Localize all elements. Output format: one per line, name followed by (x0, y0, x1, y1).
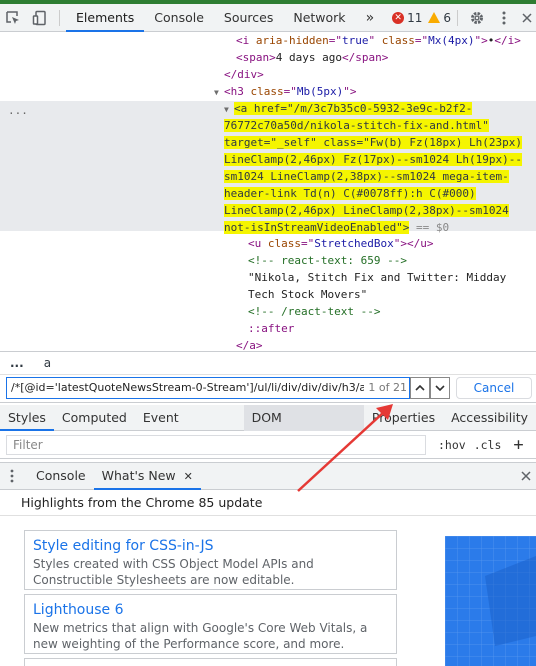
promo-graphic (445, 536, 536, 666)
kebab-menu-icon[interactable] (491, 4, 518, 32)
dom-text-node[interactable]: "Nikola, Stitch Fix and Twitter: Midday (248, 270, 506, 287)
more-tabs-button[interactable]: » (356, 4, 385, 32)
chevron-up-icon (415, 385, 425, 391)
toolbar-divider (457, 9, 459, 26)
warning-icon (428, 12, 441, 23)
highlighted-code: <a href="/m/3c7b35c0-5932-3e9c-b2f2- (234, 102, 473, 115)
styles-filter-bar: Filter :hov .cls + (0, 431, 536, 459)
match-count: 1 of 21 (364, 378, 407, 398)
dom-line[interactable]: </div> (224, 67, 264, 84)
highlighted-code: LineClamp(2,46px) LineClamp(2,38px)--sm1… (224, 204, 509, 217)
class-toggle[interactable]: .cls (474, 438, 502, 452)
highlighted-code: header-link Td(n) C(#0078ff):h C(#000) (224, 187, 476, 200)
selected-anchor-line[interactable]: LineClamp(2,46px) Fz(17px)--sm1024 Lh(19… (224, 152, 523, 169)
tab-network[interactable]: Network (283, 4, 355, 32)
tab-elements[interactable]: Elements (66, 4, 145, 32)
breadcrumb-ellipsis[interactable]: ... (0, 356, 34, 370)
dom-tree: ... <i aria-hidden="true" class="Mx(4px)… (0, 33, 536, 351)
feature-card[interactable] (24, 658, 397, 666)
tab-accessibility[interactable]: Accessibility (443, 405, 536, 431)
dom-line[interactable]: </a> (236, 338, 263, 351)
feature-card[interactable]: Style editing for CSS-in-JS Styles creat… (24, 530, 397, 590)
chevron-down-icon (435, 385, 445, 391)
dom-line[interactable]: <span>4 days ago</span> (236, 50, 388, 67)
close-tab-icon[interactable]: ✕ (184, 470, 193, 483)
tab-styles[interactable]: Styles (0, 405, 54, 431)
selected-anchor-line-1[interactable]: ▼ <a href="/m/3c7b35c0-5932-3e9c-b2f2- (224, 101, 473, 119)
next-match-button[interactable] (430, 377, 450, 399)
tab-sources[interactable]: Sources (214, 4, 283, 32)
breadcrumb: ... a (0, 351, 536, 375)
search-bar: /*[@id='latestQuoteNewsStream-0-Stream']… (0, 375, 536, 403)
collapse-triangle-icon[interactable]: ▼ (214, 85, 224, 102)
selected-anchor-line[interactable]: target="_self" class="Fw(b) Fz(18px) Lh(… (224, 135, 523, 152)
xpath-search-input[interactable]: /*[@id='latestQuoteNewsStream-0-Stream']… (6, 377, 410, 399)
feature-card[interactable]: Lighthouse 6 New metrics that align with… (24, 594, 397, 654)
inspect-element-icon[interactable] (0, 4, 27, 32)
node-gutter-ellipsis[interactable]: ... (8, 103, 28, 120)
drawer-tab-whats-new[interactable]: What's New ✕ (93, 462, 202, 490)
drawer-tab-console[interactable]: Console (28, 462, 94, 490)
tab-event-listeners[interactable]: Event Listeners (135, 405, 244, 451)
feature-card-desc: Styles created with CSS Object Model API… (33, 557, 314, 587)
selected-anchor-line[interactable]: header-link Td(n) C(#0078ff):h C(#000) (224, 186, 476, 203)
tab-properties[interactable]: Properties (364, 405, 443, 431)
error-icon: ✕ (392, 11, 405, 24)
drawer-tabs: Console What's New ✕ (0, 462, 536, 490)
filter-actions: :hov .cls + (438, 431, 524, 459)
devtools-toolbar: Elements Console Sources Network » ✕ 11 … (0, 4, 536, 32)
dom-line[interactable]: ▼ <h3 class="Mb(5px)"> (214, 84, 356, 102)
selected-anchor-line[interactable]: 76772c70a50d/nikola-stitch-fix-and.html" (224, 118, 489, 135)
gear-icon[interactable] (464, 4, 491, 32)
drawer-menu-icon[interactable] (0, 462, 24, 490)
feature-card-title[interactable]: Lighthouse 6 (33, 600, 388, 620)
warning-count-badge[interactable]: 6 (428, 11, 451, 25)
selected-anchor-line[interactable]: not-isInStreamVideoEnabled"> == $0 (224, 220, 449, 237)
error-count: 11 (407, 10, 423, 25)
dom-text-node[interactable]: Tech Stock Movers" (248, 287, 367, 304)
new-style-rule-button[interactable]: + (513, 435, 523, 455)
close-devtools-icon[interactable] (517, 4, 536, 32)
promo-image[interactable] (445, 536, 536, 666)
feature-card-desc: New metrics that align with Google's Cor… (33, 621, 368, 651)
hover-state-toggle[interactable]: :hov (438, 438, 466, 452)
feature-card-title[interactable]: Style editing for CSS-in-JS (33, 536, 388, 556)
highlighted-code: target="_self" class="Fw(b) Fz(18px) Lh(… (224, 136, 523, 149)
dom-comment[interactable]: <!-- /react-text --> (248, 304, 380, 321)
styles-filter-input[interactable]: Filter (6, 435, 426, 455)
pseudo-element[interactable]: ::after (248, 321, 294, 338)
device-toolbar-icon[interactable] (27, 4, 54, 32)
search-value: /*[@id='latestQuoteNewsStream-0-Stream']… (11, 381, 367, 394)
dom-comment[interactable]: <!-- react-text: 659 --> (248, 253, 407, 270)
tab-console[interactable]: Console (144, 4, 214, 32)
drawer-tab-label: What's New (101, 468, 176, 483)
toolbar-divider (59, 9, 61, 26)
highlighted-code: LineClamp(2,46px) Fz(17px)--sm1024 Lh(19… (224, 153, 523, 166)
close-drawer-icon[interactable] (516, 462, 536, 490)
breadcrumb-item-a[interactable]: a (34, 356, 61, 370)
dom-line[interactable]: <u class="StretchedBox"></u> (248, 236, 433, 253)
warning-count: 6 (443, 10, 452, 25)
tab-computed[interactable]: Computed (54, 405, 135, 431)
sidebar-panel-tabs: Styles Computed Event Listeners DOM Brea… (0, 404, 536, 451)
selected-anchor-line[interactable]: LineClamp(2,46px) LineClamp(2,38px)--sm1… (224, 203, 509, 220)
tab-dom-breakpoints[interactable]: DOM Breakpoints (243, 404, 364, 451)
selected-anchor-line[interactable]: sm1024 LineClamp(2,38px)--sm1024 mega-it… (224, 169, 509, 186)
highlighted-code: sm1024 LineClamp(2,38px)--sm1024 mega-it… (224, 170, 509, 183)
error-count-badge[interactable]: ✕ 11 (392, 11, 422, 25)
collapse-triangle-icon[interactable]: ▼ (224, 102, 234, 119)
whats-new-header: Highlights from the Chrome 85 update (0, 490, 536, 516)
console-reference: == $0 (409, 221, 450, 234)
dom-line[interactable]: <i aria-hidden="true" class="Mx(4px)">•<… (236, 33, 521, 50)
whats-new-content: Style editing for CSS-in-JS Styles creat… (0, 516, 536, 666)
cancel-button[interactable]: Cancel (456, 377, 532, 399)
previous-match-button[interactable] (410, 377, 430, 399)
highlighted-code: not-isInStreamVideoEnabled"> (224, 221, 410, 234)
highlighted-code: 76772c70a50d/nikola-stitch-fix-and.html" (224, 119, 489, 132)
